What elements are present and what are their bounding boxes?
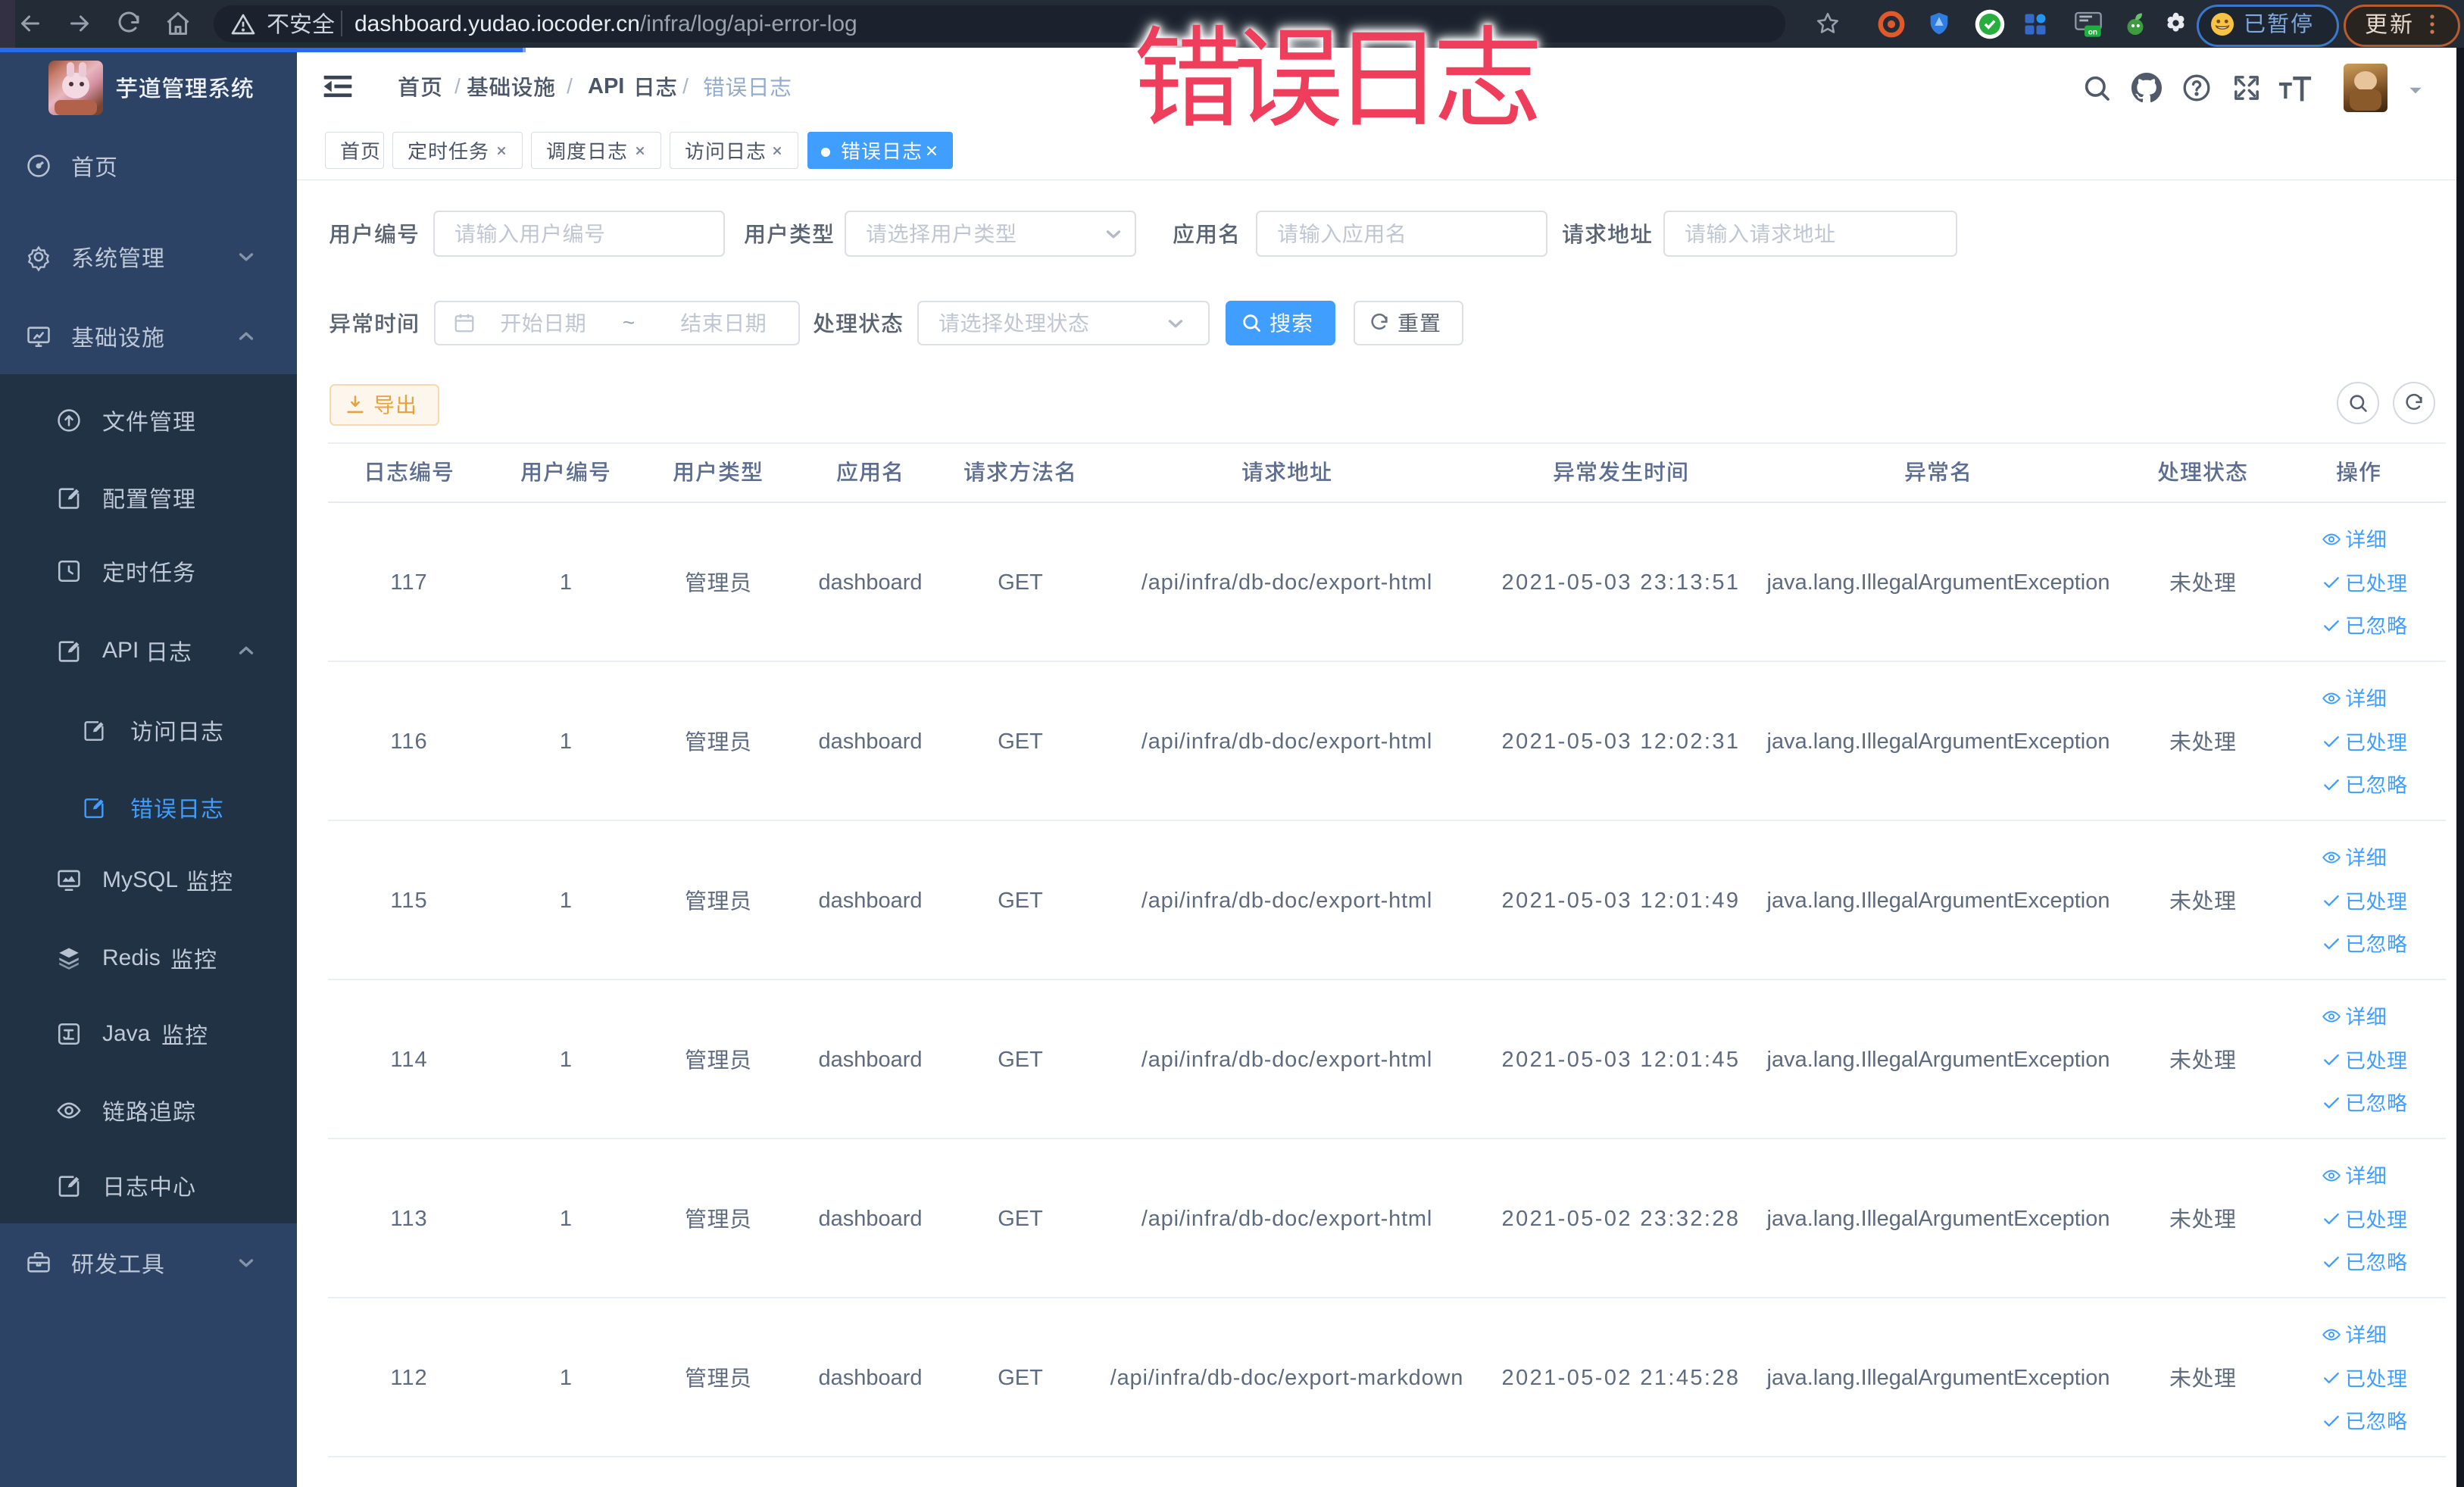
svg-text:on: on (2088, 28, 2097, 36)
